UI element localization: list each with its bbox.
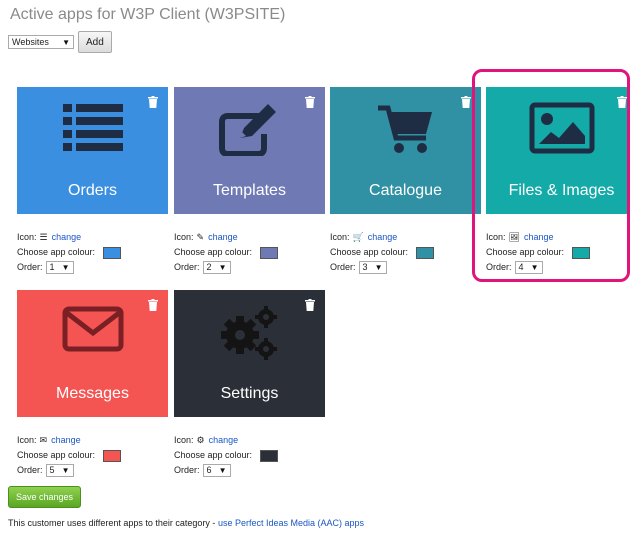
colour-swatch[interactable]	[103, 449, 122, 462]
order-value: 6	[206, 465, 212, 475]
cogs-icon: ⚙	[196, 435, 205, 445]
app-tile[interactable]: Orders	[17, 87, 168, 214]
order-label: Order:	[330, 262, 356, 272]
app-tile[interactable]: Catalogue	[330, 87, 481, 214]
list-icon	[62, 104, 123, 151]
app-card-orders: Orders Icon: ☰ change Choose app colour:…	[17, 87, 168, 275]
chevron-down-icon: ▼	[61, 466, 70, 475]
app-card-templates: Templates Icon: ✎ change Choose app colo…	[174, 87, 325, 275]
order-label: Order:	[17, 262, 43, 272]
colour-swatch[interactable]	[416, 246, 435, 259]
icon-label: Icon:	[174, 435, 194, 445]
highlight-box	[472, 69, 630, 282]
icon-label: Icon:	[174, 232, 194, 242]
colour-swatch[interactable]	[260, 449, 279, 462]
app-tile[interactable]: Messages	[17, 290, 168, 417]
change-icon-link[interactable]: change	[51, 433, 81, 448]
order-select[interactable]: 3 ▼	[358, 261, 387, 274]
envelope-icon	[62, 306, 123, 352]
change-icon-link[interactable]: change	[368, 230, 398, 245]
edit-icon	[218, 104, 276, 156]
order-select[interactable]: 2 ▼	[202, 261, 231, 274]
cart-icon: 🛒	[352, 232, 364, 242]
use-other-apps-link[interactable]: use Perfect Ideas Media (AAC) apps	[218, 518, 364, 528]
trash-icon[interactable]	[148, 96, 158, 108]
colour-swatch[interactable]	[260, 246, 279, 259]
order-select[interactable]: 6 ▼	[202, 464, 231, 477]
order-value: 1	[49, 262, 55, 272]
colour-label: Choose app colour:	[174, 450, 253, 460]
app-card-catalogue: Catalogue Icon: 🛒 change Choose app colo…	[330, 87, 481, 275]
footer-text: This customer uses different apps to the…	[8, 518, 218, 528]
order-select[interactable]: 5 ▼	[45, 464, 74, 477]
footer-note: This customer uses different apps to the…	[8, 518, 364, 528]
chevron-down-icon: ▼	[218, 466, 227, 475]
icon-label: Icon:	[330, 232, 350, 242]
chevron-down-icon: ▼	[218, 263, 227, 272]
cart-icon	[377, 105, 432, 153]
chevron-down-icon: ▼	[374, 263, 383, 272]
colour-label: Choose app colour:	[17, 247, 96, 257]
page-title: Active apps for W3P Client (W3PSITE)	[10, 6, 286, 23]
change-icon-link[interactable]: change	[52, 230, 82, 245]
trash-icon[interactable]	[305, 299, 315, 311]
order-value: 5	[49, 465, 55, 475]
save-changes-button[interactable]: Save changes	[8, 486, 82, 508]
app-title: Messages	[56, 385, 129, 402]
app-tile[interactable]: Templates	[174, 87, 325, 214]
app-card-messages: Messages Icon: ✉ change Choose app colou…	[17, 290, 168, 478]
colour-label: Choose app colour:	[330, 247, 409, 257]
app-title: Settings	[220, 385, 279, 402]
order-value: 2	[206, 262, 212, 272]
app-card-settings: Settings Icon: ⚙ change Choose app colou…	[174, 290, 325, 478]
app-title: Templates	[213, 182, 286, 199]
order-label: Order:	[17, 465, 43, 475]
colour-label: Choose app colour:	[174, 247, 253, 257]
list-icon: ☰	[39, 232, 48, 242]
trash-icon[interactable]	[305, 96, 315, 108]
icon-label: Icon:	[17, 435, 37, 445]
app-title: Catalogue	[369, 182, 442, 199]
colour-swatch[interactable]	[103, 246, 122, 259]
add-button[interactable]: Add	[78, 31, 112, 53]
order-label: Order:	[174, 465, 200, 475]
toolbar: Websites ▼ Add	[8, 31, 112, 53]
icon-label: Icon:	[17, 232, 37, 242]
cogs-icon	[220, 306, 277, 360]
category-select-value: Websites	[12, 37, 49, 47]
envelope-icon: ✉	[39, 435, 48, 445]
app-title: Orders	[68, 182, 117, 199]
order-value: 3	[362, 262, 368, 272]
trash-icon[interactable]	[461, 96, 471, 108]
change-icon-link[interactable]: change	[208, 230, 238, 245]
chevron-down-icon: ▼	[62, 37, 70, 47]
edit-icon: ✎	[196, 232, 205, 242]
chevron-down-icon: ▼	[61, 263, 70, 272]
app-tile[interactable]: Settings	[174, 290, 325, 417]
trash-icon[interactable]	[148, 299, 158, 311]
order-select[interactable]: 1 ▼	[45, 261, 74, 274]
category-select[interactable]: Websites ▼	[8, 35, 74, 49]
change-icon-link[interactable]: change	[209, 433, 239, 448]
colour-label: Choose app colour:	[17, 450, 96, 460]
order-label: Order:	[174, 262, 200, 272]
